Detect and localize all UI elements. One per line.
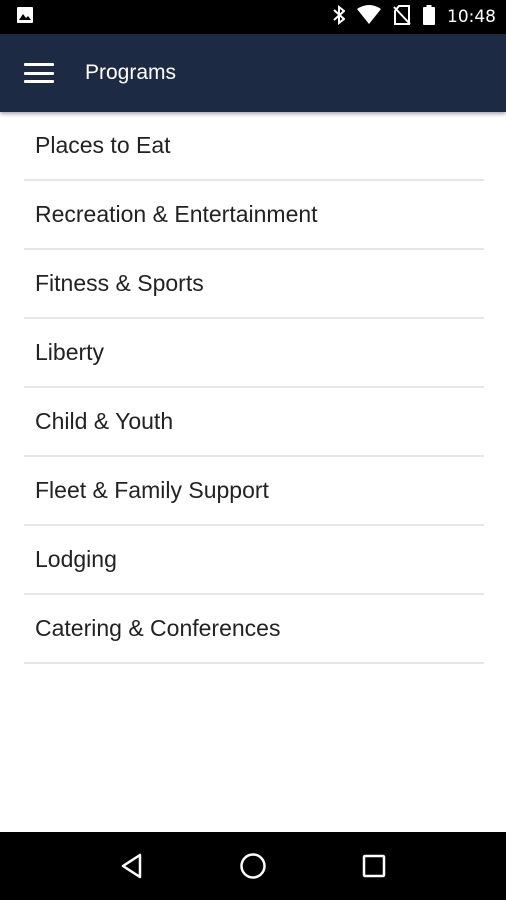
hamburger-menu-icon — [24, 63, 54, 83]
list-item-child-youth[interactable]: Child & Youth — [24, 388, 484, 457]
navigation-bar — [0, 832, 506, 900]
list-item-catering-conferences[interactable]: Catering & Conferences — [24, 595, 484, 664]
list-item-lodging[interactable]: Lodging — [24, 526, 484, 595]
back-button[interactable] — [102, 836, 162, 896]
page-title: Programs — [85, 61, 177, 84]
no-sim-icon — [393, 4, 411, 30]
list-item-places-to-eat[interactable]: Places to Eat — [24, 112, 484, 181]
home-button[interactable] — [223, 836, 283, 896]
status-bar: 10:48 — [0, 0, 506, 34]
status-time: 10:48 — [447, 7, 496, 27]
battery-icon — [423, 4, 435, 30]
menu-button[interactable] — [0, 34, 80, 112]
recents-button[interactable] — [344, 836, 404, 896]
programs-list: Places to Eat Recreation & Entertainment… — [24, 112, 484, 664]
back-icon — [122, 853, 142, 879]
home-icon — [240, 853, 266, 879]
app-bar: Programs — [0, 34, 506, 112]
list-item-fitness-sports[interactable]: Fitness & Sports — [24, 250, 484, 319]
bluetooth-icon — [333, 4, 346, 30]
image-notification-icon — [16, 6, 34, 29]
recents-icon — [362, 854, 385, 878]
wifi-icon — [357, 4, 381, 30]
list-item-liberty[interactable]: Liberty — [24, 319, 484, 388]
list-item-fleet-family-support[interactable]: Fleet & Family Support — [24, 457, 484, 526]
list-item-recreation-entertainment[interactable]: Recreation & Entertainment — [24, 181, 484, 250]
